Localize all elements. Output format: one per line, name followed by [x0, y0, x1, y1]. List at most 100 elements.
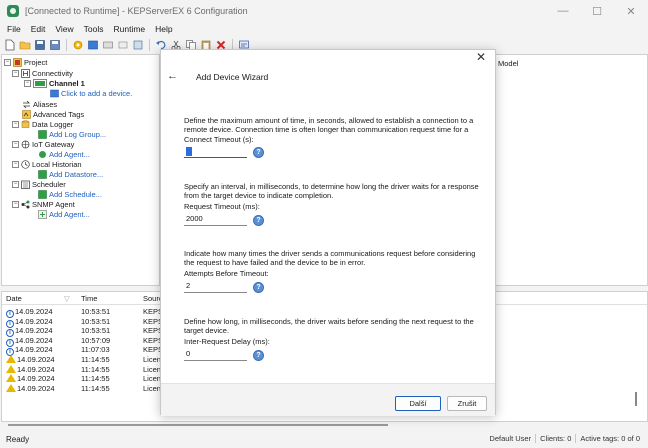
- tree-label: Project: [24, 57, 48, 67]
- log-time-cell: 10:53:51: [81, 316, 111, 326]
- help-icon[interactable]: ?: [253, 350, 264, 361]
- log-source-cell: Licen: [143, 364, 161, 374]
- help-icon[interactable]: ?: [253, 147, 264, 158]
- tree-item-aliases[interactable]: Aliases: [22, 99, 57, 109]
- new-device-icon[interactable]: [87, 39, 99, 51]
- tree-item-scheduler[interactable]: − Scheduler: [12, 179, 66, 189]
- tree-item-channel[interactable]: − Channel 1: [24, 78, 85, 88]
- tree-item-advanced-tags[interactable]: Advanced Tags: [22, 109, 84, 119]
- add-agent-icon: [39, 150, 46, 158]
- tree-item-snmp-agent[interactable]: − SNMP Agent: [12, 199, 75, 209]
- tree-item-add-schedule[interactable]: Add Schedule...: [38, 189, 102, 199]
- log-date-cell: 14.09.2024: [6, 374, 55, 383]
- log-time-cell: 10:53:51: [81, 326, 111, 336]
- menu-view[interactable]: View: [50, 24, 78, 34]
- save-as-icon[interactable]: [49, 39, 61, 51]
- new-channel-icon[interactable]: [72, 39, 84, 51]
- data-logger-icon: [21, 119, 30, 128]
- log-scrollbar-thumb[interactable]: [635, 392, 637, 406]
- back-arrow-icon[interactable]: ←: [167, 70, 178, 82]
- status-ready: Ready: [6, 434, 30, 444]
- tree-label: Connectivity: [32, 68, 73, 78]
- collapse-toggle[interactable]: −: [12, 140, 19, 148]
- log-date: 14.09.2024: [15, 345, 53, 355]
- minimize-button[interactable]: —: [546, 0, 580, 22]
- log-source-cell: Licen: [143, 355, 161, 364]
- inter-request-delay-input[interactable]: [184, 347, 247, 361]
- attempts-input[interactable]: [184, 279, 247, 293]
- window-controls: — ☐ ✕: [546, 0, 648, 22]
- tree-item-add-device[interactable]: Click to add a device.: [50, 88, 132, 98]
- status-active-tags: Active tags: 0 of 0: [575, 434, 644, 443]
- toolbar-separator: [66, 39, 67, 51]
- new-project-icon[interactable]: [4, 39, 16, 51]
- help-icon[interactable]: ?: [253, 282, 264, 293]
- menu-runtime[interactable]: Runtime: [108, 24, 150, 34]
- collapse-toggle[interactable]: −: [4, 58, 11, 66]
- tree-item-connectivity[interactable]: − Connectivity: [12, 68, 73, 78]
- log-time-cell: 11:14:55: [81, 355, 110, 364]
- collapse-toggle[interactable]: −: [12, 160, 19, 168]
- next-button[interactable]: Další: [395, 396, 441, 411]
- tree-item-data-logger[interactable]: − Data Logger: [12, 119, 73, 129]
- log-date: 14.09.2024: [15, 316, 53, 326]
- collapse-toggle[interactable]: −: [24, 79, 31, 87]
- kepserver-app-icon: [7, 5, 19, 17]
- dialog-close-icon[interactable]: ✕: [475, 50, 487, 64]
- add-device-wizard-dialog: ✕ ← Add Device Wizard Define the maximum…: [160, 49, 496, 416]
- request-timeout-input[interactable]: [184, 212, 247, 226]
- tree-item-iot-gateway[interactable]: − IoT Gateway: [12, 139, 74, 149]
- maximize-button[interactable]: ☐: [580, 0, 614, 22]
- tree-label: IoT Gateway: [32, 139, 75, 149]
- open-folder-icon[interactable]: [19, 39, 31, 51]
- warning-icon: [6, 374, 16, 383]
- tree-label: Add Datastore...: [49, 169, 104, 179]
- filter-icon[interactable]: ▽: [64, 294, 70, 303]
- help-icon[interactable]: ?: [253, 215, 264, 226]
- menu-edit[interactable]: Edit: [26, 24, 51, 34]
- column-header-model[interactable]: Model: [498, 59, 518, 68]
- close-window-button[interactable]: ✕: [614, 0, 648, 22]
- tree-item-local-historian[interactable]: − Local Historian: [12, 159, 82, 169]
- tree-item-add-log-group[interactable]: Add Log Group...: [38, 129, 106, 139]
- collapse-toggle[interactable]: −: [12, 120, 19, 128]
- title-bar: [Connected to Runtime] - KEPServerEX 6 C…: [0, 0, 648, 22]
- tree-item-project[interactable]: − Project: [4, 57, 47, 67]
- inter-request-delay-description: Define how long, in milliseconds, the dr…: [184, 317, 474, 335]
- connect-timeout-label: Connect Timeout (s):: [184, 135, 254, 144]
- tree-label: Scheduler: [32, 179, 66, 189]
- new-tag-icon[interactable]: [117, 39, 129, 51]
- scheduler-calendar-icon: [21, 180, 30, 189]
- collapse-toggle[interactable]: −: [12, 69, 19, 77]
- log-date: 14.09.2024: [15, 326, 53, 336]
- log-time-cell: 11:14:55: [81, 383, 110, 393]
- tree-label: SNMP Agent: [32, 199, 75, 209]
- tree-label: Add Log Group...: [49, 129, 107, 139]
- connect-timeout-input[interactable]: [184, 144, 247, 158]
- column-header-time[interactable]: Time: [81, 294, 97, 303]
- add-datastore-icon: [38, 169, 47, 179]
- horizontal-scrollbar-thumb[interactable]: [8, 424, 388, 426]
- tree-item-add-agent-snmp[interactable]: Add Agent...: [38, 209, 90, 219]
- tree-item-add-agent-iot[interactable]: Add Agent...: [38, 149, 90, 159]
- menu-help[interactable]: Help: [150, 24, 177, 34]
- tree-label: Add Agent...: [49, 149, 90, 159]
- log-date-cell: 14.09.2024: [6, 355, 55, 364]
- save-icon[interactable]: [34, 39, 46, 51]
- cancel-button[interactable]: Zrušit: [447, 396, 487, 411]
- menu-tools[interactable]: Tools: [79, 24, 109, 34]
- status-user: Default User: [489, 434, 532, 443]
- bulk-tag-icon[interactable]: [132, 39, 144, 51]
- tree-label: Channel 1: [49, 78, 85, 88]
- horizontal-scrollbar[interactable]: [2, 424, 648, 428]
- new-tag-group-icon[interactable]: [102, 39, 114, 51]
- tree-label: Local Historian: [32, 159, 82, 169]
- inter-request-delay-label: Inter-Request Delay (ms):: [184, 337, 270, 346]
- collapse-toggle[interactable]: −: [12, 200, 19, 208]
- collapse-toggle[interactable]: −: [12, 180, 19, 188]
- column-header-date[interactable]: Date: [6, 294, 22, 303]
- warning-icon: [6, 355, 16, 363]
- log-time-cell: 10:53:51: [81, 307, 111, 316]
- menu-file[interactable]: File: [2, 24, 26, 34]
- tree-item-add-datastore[interactable]: Add Datastore...: [38, 169, 103, 179]
